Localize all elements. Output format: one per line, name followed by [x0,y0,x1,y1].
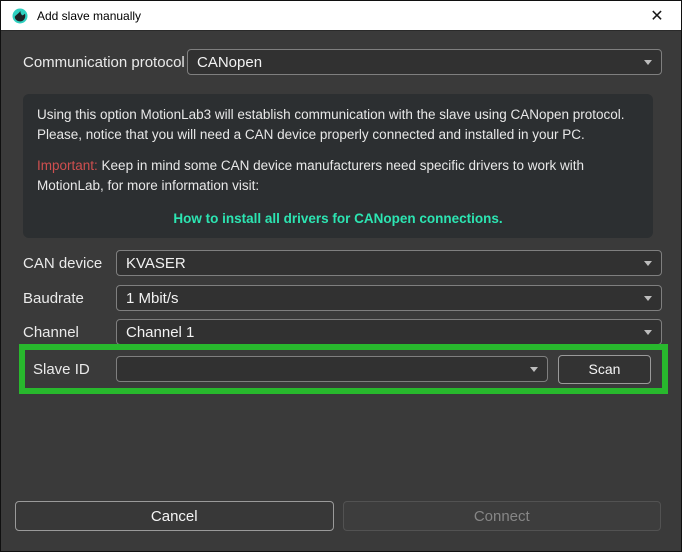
baudrate-label: Baudrate [23,290,116,307]
protocol-select[interactable]: CANopen [187,49,662,75]
close-icon[interactable]: ✕ [643,2,671,30]
connect-button[interactable]: Connect [343,501,662,531]
baudrate-select[interactable]: 1 Mbit/s [116,285,662,311]
chevron-down-icon [644,330,652,335]
title-bar: Add slave manually ✕ [1,1,681,31]
chevron-down-icon [644,261,652,266]
link-row: How to install all drivers for CANopen c… [37,209,639,229]
important-text: Keep in mind some CAN device manufacture… [37,158,584,193]
channel-select[interactable]: Channel 1 [116,319,662,345]
chevron-down-icon [530,367,538,372]
app-icon [11,7,29,25]
protocol-value: CANopen [197,54,262,71]
add-slave-dialog: Add slave manually ✕ Communication proto… [0,0,682,552]
cancel-button[interactable]: Cancel [15,501,334,531]
info-text-line2: Please, notice that you will need a CAN … [37,125,639,145]
info-text-line1: Using this option MotionLab3 will establ… [37,105,639,125]
slave-id-label: Slave ID [33,361,116,378]
important-paragraph: Important: Keep in mind some CAN device … [37,156,639,196]
protocol-row: Communication protocol CANopen [23,49,662,75]
important-label: Important: [37,158,98,173]
channel-value: Channel 1 [126,324,194,341]
chevron-down-icon [644,60,652,65]
can-device-select[interactable]: KVASER [116,250,662,276]
can-device-row: CAN device KVASER [23,250,662,276]
channel-label: Channel [23,324,116,341]
drivers-help-link[interactable]: How to install all drivers for CANopen c… [173,211,502,226]
baudrate-value: 1 Mbit/s [126,290,179,307]
protocol-label: Communication protocol [23,54,187,71]
can-device-value: KVASER [126,255,186,272]
baudrate-row: Baudrate 1 Mbit/s [23,285,662,311]
chevron-down-icon [644,296,652,301]
info-box: Using this option MotionLab3 will establ… [23,94,653,238]
slave-id-highlight-box: Slave ID Scan [19,344,668,394]
window-title: Add slave manually [37,9,643,23]
footer: Cancel Connect [15,501,661,531]
slave-id-select[interactable] [116,356,548,382]
channel-row: Channel Channel 1 [23,319,662,345]
scan-button[interactable]: Scan [558,355,651,384]
can-device-label: CAN device [23,255,116,272]
info-paragraph: Using this option MotionLab3 will establ… [37,105,639,145]
